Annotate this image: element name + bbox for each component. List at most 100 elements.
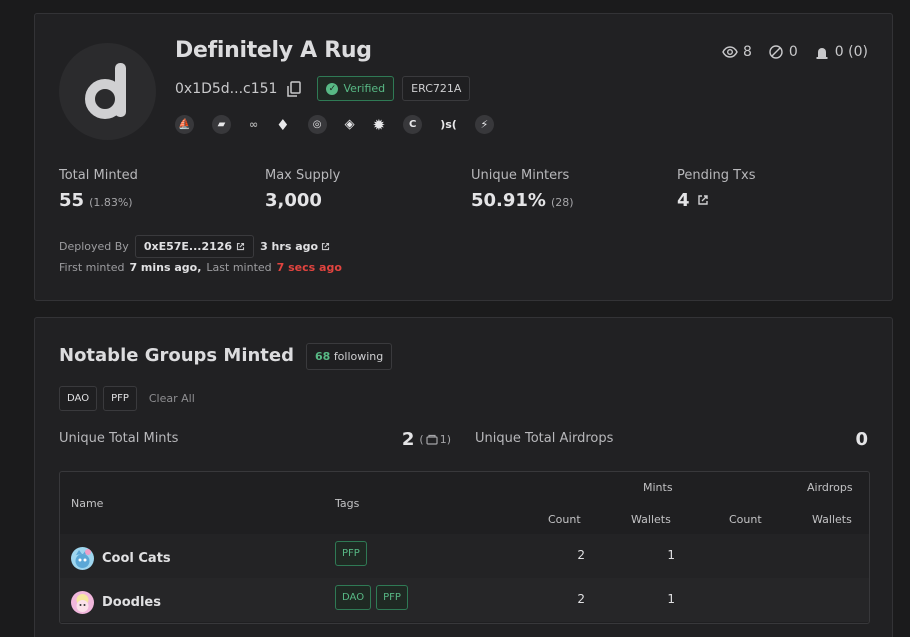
table-row[interactable]: Cool Cats PFP 2 1: [60, 534, 869, 578]
header-tags: Tags: [335, 497, 360, 510]
groups-table: Name Tags Mints Airdrops Count Wallets C…: [59, 471, 870, 624]
group-name: Cool Cats: [102, 551, 171, 566]
deployed-by-label: Deployed By: [59, 240, 129, 253]
tag-filters: DAO PFP Clear All: [59, 386, 195, 411]
tag-pfp[interactable]: PFP: [376, 585, 408, 610]
sudoswap-icon[interactable]: )s(: [440, 115, 457, 134]
mint-wallets: 1: [667, 592, 675, 606]
views-stat[interactable]: 8: [722, 44, 752, 60]
deployer-address: 0xE57E...2126: [143, 240, 233, 253]
views-count: 8: [742, 44, 752, 60]
header-mints-count[interactable]: Count: [548, 513, 581, 526]
section-title: Notable Groups Minted: [59, 345, 295, 366]
collection-avatar: [59, 43, 156, 140]
notable-groups-card: Notable Groups Minted 68 following DAO P…: [34, 317, 893, 637]
last-minted-value: 7 secs ago: [276, 261, 342, 274]
group-tags: DAO PFP: [335, 585, 408, 610]
header-name[interactable]: Name: [71, 497, 103, 510]
header-mints: Mints: [643, 481, 673, 494]
mint-count: 2: [577, 548, 585, 562]
filter-dao[interactable]: DAO: [59, 386, 98, 411]
table-row[interactable]: Doodles DAO PFP 2 1: [60, 578, 869, 622]
contract-address[interactable]: 0x1D5d...c151: [175, 81, 277, 97]
following-count: 68: [315, 350, 331, 363]
clear-all-button[interactable]: Clear All: [149, 392, 195, 405]
unique-total-airdrops-label: Unique Total Airdrops: [475, 431, 614, 446]
metric-label: Max Supply: [265, 168, 341, 183]
deploy-row: Deployed By 0xE57E...2126 3 hrs ago: [59, 235, 330, 258]
metric-unique-minters: Unique Minters 50.91% (28): [471, 168, 574, 211]
first-minted-value: 7 mins ago,: [129, 261, 202, 274]
verified-badge: ✓ Verified: [317, 76, 395, 101]
copy-icon[interactable]: [285, 80, 303, 98]
metric-value: 55: [59, 190, 85, 211]
hidden-stat[interactable]: 0: [768, 44, 798, 60]
header-mints-wallets[interactable]: Wallets: [631, 513, 671, 526]
siren-icon: [816, 48, 828, 59]
zora-icon[interactable]: ⚡: [474, 115, 494, 134]
group-name-cell[interactable]: Cool Cats: [71, 547, 171, 570]
tag-pfp[interactable]: PFP: [335, 541, 367, 566]
gem-icon[interactable]: ♦: [276, 115, 289, 134]
element-icon[interactable]: ✹: [373, 115, 386, 134]
following-label: following: [333, 350, 384, 363]
collection-card: Definitely A Rug 8 0 0 (0) 0x1D5d...c151…: [34, 13, 893, 301]
deployer-link[interactable]: 0xE57E...2126: [134, 235, 255, 258]
last-minted-label: Last minted: [206, 261, 272, 274]
coinbase-icon[interactable]: C: [403, 115, 423, 134]
wallet-icon: [426, 434, 438, 445]
address-row: 0x1D5d...c151 ✓ Verified ERC721A: [175, 76, 471, 101]
looksrare-icon[interactable]: ▰: [212, 115, 231, 134]
cool-cats-avatar: [71, 547, 94, 570]
collection-stats: 8 0 0 (0): [722, 44, 868, 60]
external-link-icon: [322, 242, 330, 251]
metric-label: Total Minted: [59, 168, 138, 183]
mint-times-row: First minted 7 mins ago, Last minted 7 s…: [59, 261, 342, 274]
group-name: Doodles: [102, 595, 161, 610]
check-icon: ✓: [326, 82, 339, 95]
rarible-icon[interactable]: ◎: [307, 115, 327, 134]
unique-total-mints-value-wrap: 2 (1): [402, 429, 451, 450]
header-airdrops-wallets[interactable]: Wallets: [812, 513, 852, 526]
mint-wallets: 1: [667, 548, 675, 562]
marketplace-links: ⛵ ▰ ∞ ♦ ◎ ◈ ✹ C )s( ⚡: [175, 115, 494, 134]
unique-total-mints-sub: (1): [419, 433, 451, 446]
filter-pfp[interactable]: PFP: [103, 386, 137, 411]
standard-badge: ERC721A: [402, 76, 471, 101]
metric-total-minted: Total Minted 55 (1.83%): [59, 168, 138, 211]
unique-total-mints-label: Unique Total Mints: [59, 431, 179, 446]
doodles-avatar-art: [76, 594, 89, 612]
metric-sub: (1.83%): [89, 196, 133, 209]
alerts-stat[interactable]: 0 (0): [814, 44, 868, 60]
alerts-count: 0 (0): [834, 44, 868, 60]
standard-label: ERC721A: [411, 82, 462, 95]
collection-logo-icon: [85, 63, 126, 119]
cool-cats-avatar-art: [75, 549, 91, 568]
metric-pending-txs: Pending Txs 4: [677, 168, 756, 211]
tag-dao[interactable]: DAO: [335, 585, 372, 610]
metric-label: Pending Txs: [677, 168, 756, 183]
group-name-cell[interactable]: Doodles: [71, 591, 161, 614]
hidden-count: 0: [788, 44, 798, 60]
metric-value: 3,000: [265, 190, 322, 211]
header-airdrops: Airdrops: [807, 481, 853, 494]
unique-total-mints-value: 2: [401, 429, 415, 450]
external-link-icon[interactable]: [697, 194, 709, 206]
metric-sub: (28): [550, 196, 574, 209]
metric-max-supply: Max Supply 3,000: [265, 168, 340, 211]
opensea-icon[interactable]: ⛵: [175, 115, 194, 134]
external-link-icon: [237, 242, 245, 251]
blur-icon[interactable]: ◈: [345, 115, 355, 134]
mint-count: 2: [577, 592, 585, 606]
ban-icon: [769, 45, 783, 59]
doodles-avatar: [71, 591, 94, 614]
unique-total-airdrops-value: 0: [855, 429, 868, 450]
x2y2-icon[interactable]: ∞: [249, 115, 258, 134]
following-badge[interactable]: 68 following: [306, 343, 393, 370]
deploy-time-link[interactable]: 3 hrs ago: [260, 240, 330, 253]
unique-total-mints-wallets: 1): [439, 433, 451, 446]
metric-value: 50.91%: [471, 190, 546, 211]
group-tags: PFP: [335, 541, 367, 566]
header-airdrops-count[interactable]: Count: [729, 513, 762, 526]
metric-value[interactable]: 4: [677, 190, 690, 211]
